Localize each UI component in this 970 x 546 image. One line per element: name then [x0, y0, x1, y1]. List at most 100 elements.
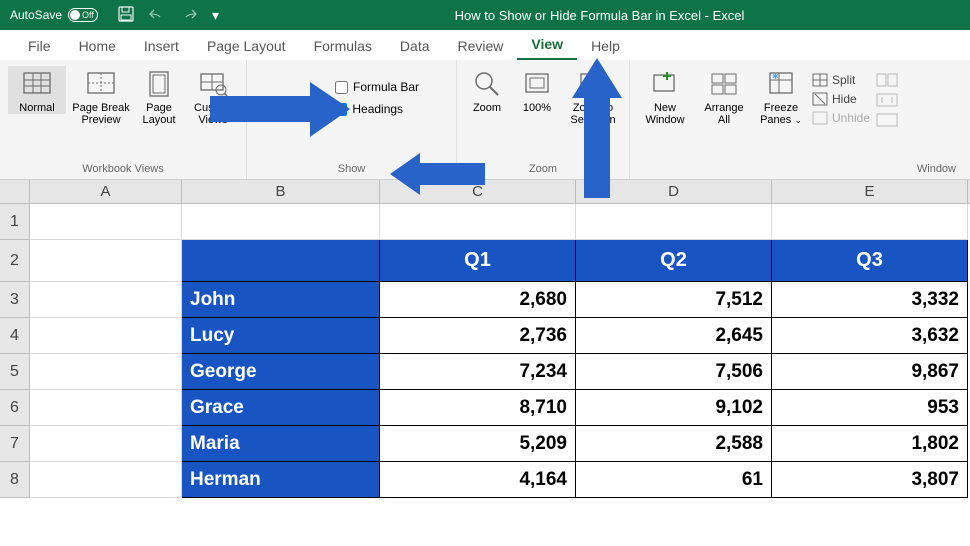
cell-b1[interactable]	[182, 204, 380, 240]
customize-qat-icon[interactable]: ▾	[212, 7, 219, 24]
quick-access-toolbar: ▾	[108, 6, 229, 25]
cell-c2[interactable]: Q1	[380, 240, 576, 282]
svg-text:✱: ✱	[772, 72, 779, 81]
cell-d8[interactable]: 61	[576, 462, 772, 498]
group-window: New Window Arrange All ✱ Freeze Panes ⌄ …	[630, 60, 970, 179]
cell-c7[interactable]: 5,209	[380, 426, 576, 462]
toggle-state: Off	[82, 10, 94, 20]
cell-c5[interactable]: 7,234	[380, 354, 576, 390]
cell-e2[interactable]: Q3	[772, 240, 968, 282]
cell-d5[interactable]: 7,506	[576, 354, 772, 390]
zoom-100-button[interactable]: 100%	[515, 66, 559, 114]
tab-data[interactable]: Data	[386, 32, 444, 60]
cell-b7[interactable]: Maria	[182, 426, 380, 462]
cell-e8[interactable]: 3,807	[772, 462, 968, 498]
page-layout-button[interactable]: Page Layout	[136, 66, 182, 126]
arrow-up-icon	[572, 58, 622, 198]
col-header-e[interactable]: E	[772, 180, 968, 203]
autosave-toggle[interactable]: AutoSave Off	[0, 8, 108, 22]
unhide-label: Unhide	[832, 111, 870, 125]
hide-button[interactable]: Hide	[812, 91, 870, 107]
redo-icon[interactable]	[180, 7, 198, 24]
split-button[interactable]: Split	[812, 72, 870, 88]
new-window-button[interactable]: New Window	[638, 66, 692, 126]
cell-c8[interactable]: 4,164	[380, 462, 576, 498]
cell-e1[interactable]	[772, 204, 968, 240]
cell-c3[interactable]: 2,680	[380, 282, 576, 318]
window-title: How to Show or Hide Formula Bar in Excel…	[229, 8, 970, 23]
cell-a1[interactable]	[30, 204, 182, 240]
freeze-panes-button[interactable]: ✱ Freeze Panes ⌄	[756, 66, 806, 126]
cell-e5[interactable]: 9,867	[772, 354, 968, 390]
row-header-7[interactable]: 7	[0, 426, 30, 462]
tab-home[interactable]: Home	[65, 32, 130, 60]
cell-e7[interactable]: 1,802	[772, 426, 968, 462]
arrange-all-button[interactable]: Arrange All	[698, 66, 750, 126]
arrow-left-icon	[390, 153, 485, 195]
select-all-corner[interactable]	[0, 180, 30, 203]
cell-d6[interactable]: 9,102	[576, 390, 772, 426]
row-header-4[interactable]: 4	[0, 318, 30, 354]
tab-view[interactable]: View	[517, 30, 577, 60]
row-header-1[interactable]: 1	[0, 204, 30, 240]
save-icon[interactable]	[118, 6, 134, 25]
cell-a2[interactable]	[30, 240, 182, 282]
zoom-label: Zoom	[473, 102, 501, 114]
cell-b8[interactable]: Herman	[182, 462, 380, 498]
page-break-label: Page Break Preview	[72, 102, 130, 126]
cell-b4[interactable]: Lucy	[182, 318, 380, 354]
tab-help[interactable]: Help	[577, 32, 634, 60]
cell-b5[interactable]: George	[182, 354, 380, 390]
zoom-button[interactable]: Zoom	[465, 66, 509, 114]
cell-c6[interactable]: 8,710	[380, 390, 576, 426]
tab-formulas[interactable]: Formulas	[300, 32, 386, 60]
cell-a4[interactable]	[30, 318, 182, 354]
tab-review[interactable]: Review	[444, 32, 518, 60]
cell-d3[interactable]: 7,512	[576, 282, 772, 318]
cell-d4[interactable]: 2,645	[576, 318, 772, 354]
cell-a6[interactable]	[30, 390, 182, 426]
row-header-5[interactable]: 5	[0, 354, 30, 390]
row-3: 3 John 2,680 7,512 3,332	[0, 282, 970, 318]
arrow-right-icon	[210, 82, 350, 137]
cell-a8[interactable]	[30, 462, 182, 498]
toggle-switch[interactable]: Off	[68, 8, 98, 22]
cell-d2[interactable]: Q2	[576, 240, 772, 282]
cell-c1[interactable]	[380, 204, 576, 240]
cell-e6[interactable]: 953	[772, 390, 968, 426]
title-bar: AutoSave Off ▾ How to Show or Hide Formu…	[0, 0, 970, 30]
cell-a7[interactable]	[30, 426, 182, 462]
row-header-8[interactable]: 8	[0, 462, 30, 498]
page-layout-label: Page Layout	[136, 102, 182, 126]
reset-window-icon[interactable]	[876, 112, 898, 128]
cell-b2[interactable]	[182, 240, 380, 282]
row-header-6[interactable]: 6	[0, 390, 30, 426]
tab-insert[interactable]: Insert	[130, 32, 193, 60]
cell-b6[interactable]: Grace	[182, 390, 380, 426]
cell-e4[interactable]: 3,632	[772, 318, 968, 354]
cell-c4[interactable]: 2,736	[380, 318, 576, 354]
cell-d7[interactable]: 2,588	[576, 426, 772, 462]
page-break-preview-button[interactable]: Page Break Preview	[72, 66, 130, 126]
row-header-2[interactable]: 2	[0, 240, 30, 282]
undo-icon[interactable]	[148, 7, 166, 24]
workbook-views-group-label: Workbook Views	[8, 161, 238, 177]
row-4: 4 Lucy 2,736 2,645 3,632	[0, 318, 970, 354]
sync-scroll-icon[interactable]	[876, 92, 898, 108]
new-window-label: New Window	[638, 102, 692, 126]
row-header-3[interactable]: 3	[0, 282, 30, 318]
view-side-by-side-icon[interactable]	[876, 72, 898, 88]
tab-page-layout[interactable]: Page Layout	[193, 32, 300, 60]
tab-file[interactable]: File	[14, 32, 65, 60]
ribbon-tabs: File Home Insert Page Layout Formulas Da…	[0, 30, 970, 60]
cell-e3[interactable]: 3,332	[772, 282, 968, 318]
window-group-label: Window	[638, 161, 962, 177]
cell-a3[interactable]	[30, 282, 182, 318]
cell-a5[interactable]	[30, 354, 182, 390]
unhide-button: Unhide	[812, 110, 870, 126]
col-header-b[interactable]: B	[182, 180, 380, 203]
normal-view-button[interactable]: Normal	[8, 66, 66, 114]
col-header-a[interactable]: A	[30, 180, 182, 203]
cell-b3[interactable]: John	[182, 282, 380, 318]
cell-d1[interactable]	[576, 204, 772, 240]
